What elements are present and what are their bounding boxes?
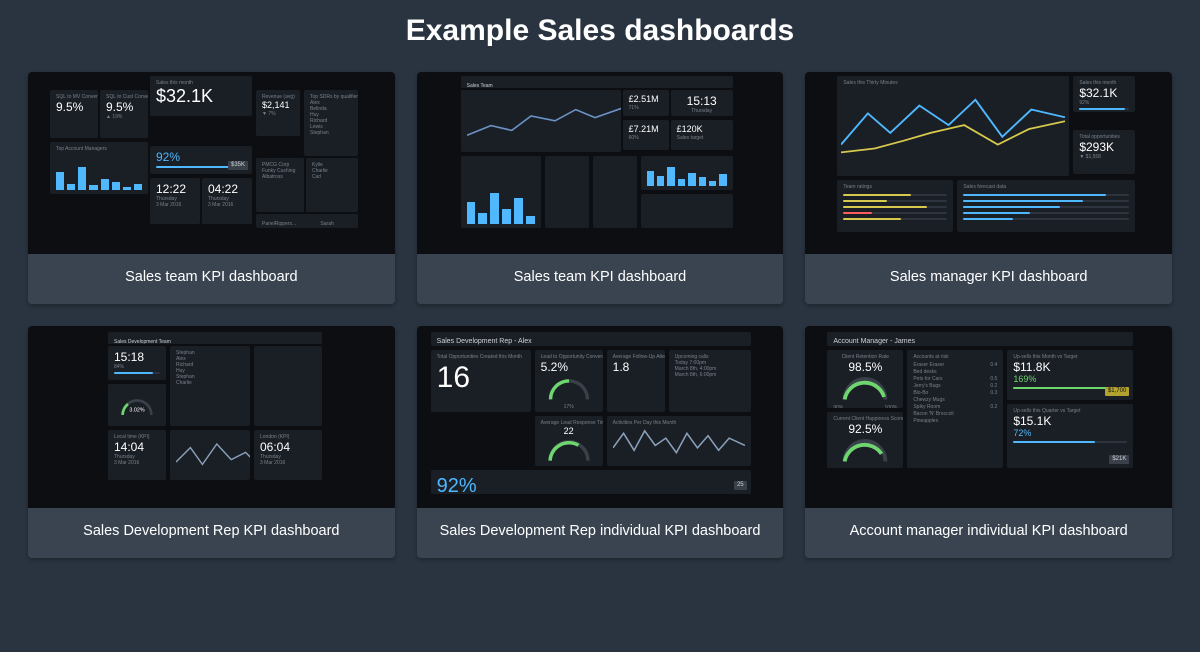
dashboard-caption: Sales Development Rep individual KPI das… (417, 508, 784, 558)
dashboard-card-account-manager[interactable]: Account Manager - James Client Retention… (805, 326, 1172, 558)
dashboard-caption: Sales manager KPI dashboard (805, 254, 1172, 304)
dashboard-caption: Sales team KPI dashboard (417, 254, 784, 304)
dashboard-preview: Sales Development Team 15:18 84% 3.02% S… (28, 326, 395, 508)
dashboard-card-sales-manager[interactable]: Sales this Thirty Minutes Sales this mon… (805, 72, 1172, 304)
dashboard-preview: SQL to MV Conversion Rate 9.5% SQL to Cu… (28, 72, 395, 254)
dashboard-card-sales-team-2[interactable]: Sales Team £2.51M 71% 15:13 Thursday £7.… (417, 72, 784, 304)
dashboard-card-sdr-team[interactable]: Sales Development Team 15:18 84% 3.02% S… (28, 326, 395, 558)
dashboard-preview: Sales this Thirty Minutes Sales this mon… (805, 72, 1172, 254)
page-title: Example Sales dashboards (0, 0, 1200, 68)
svg-text:3.02%: 3.02% (129, 407, 144, 413)
dashboard-card-sdr-individual[interactable]: Sales Development Rep - Alex Total Oppor… (417, 326, 784, 558)
dashboard-preview: Account Manager - James Client Retention… (805, 326, 1172, 508)
dashboard-card-sales-team-1[interactable]: SQL to MV Conversion Rate 9.5% SQL to Cu… (28, 72, 395, 304)
dashboard-caption: Account manager individual KPI dashboard (805, 508, 1172, 558)
dashboard-preview: Sales Development Rep - Alex Total Oppor… (417, 326, 784, 508)
dashboard-grid: SQL to MV Conversion Rate 9.5% SQL to Cu… (0, 68, 1200, 576)
dashboard-preview: Sales Team £2.51M 71% 15:13 Thursday £7.… (417, 72, 784, 254)
dashboard-caption: Sales Development Rep KPI dashboard (28, 508, 395, 558)
dashboard-caption: Sales team KPI dashboard (28, 254, 395, 304)
